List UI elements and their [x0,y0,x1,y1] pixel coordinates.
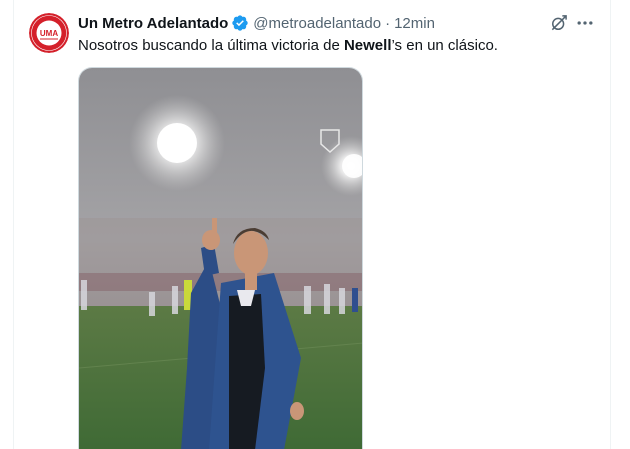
tweet-text-part: Nosotros buscando la última victoria de [78,37,344,54]
avatar-initials: UMA [40,29,58,38]
tweet-text: Nosotros buscando la última victoria de … [78,36,498,56]
tweet-text-bold: Newell [343,37,392,54]
tweet-media-image[interactable] [78,67,363,449]
tweet-header: Un Metro Adelantado @metroadelantado · 1… [78,13,435,33]
separator-dot: · [385,14,391,32]
author-name[interactable]: Un Metro Adelantado [78,15,228,32]
grok-icon[interactable] [548,12,570,34]
timestamp[interactable]: 12min [394,15,435,32]
verified-badge-icon [231,14,249,32]
tweet-text-part: ’s en un clásico. [391,37,498,54]
author-handle[interactable]: @metroadelantado [253,15,381,32]
avatar[interactable]: UMA [29,13,69,53]
more-horizontal-icon[interactable] [574,12,596,34]
